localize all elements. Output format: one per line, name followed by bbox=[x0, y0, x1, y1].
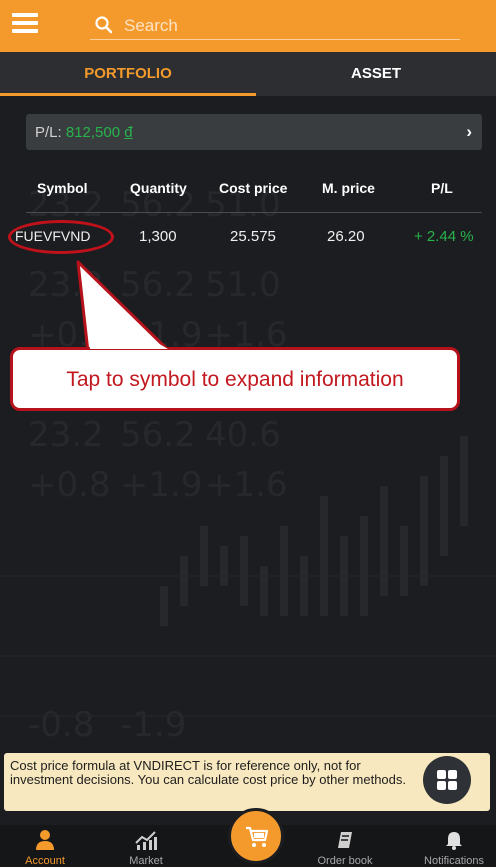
pl-summary-bar[interactable]: P/L: 812,500 đ › bbox=[26, 114, 482, 150]
pl-value: 812,500 bbox=[65, 124, 121, 141]
nav-account[interactable]: Account bbox=[12, 825, 78, 867]
pl-cell: + 2.44 % bbox=[414, 228, 474, 245]
svg-text:40.6: 40.6 bbox=[205, 415, 281, 455]
cost-price-disclaimer: Cost price formula at VNDIRECT is for re… bbox=[4, 753, 490, 811]
tooltip-callout: Tap to symbol to expand information bbox=[10, 347, 460, 411]
background-chart-decoration: 23.2 56.2 51.0 23.2 56.2 51.0 +0.8 +1.9 +1.6 2… bbox=[0, 185, 496, 745]
pl-currency: đ bbox=[124, 124, 133, 141]
pl-label: P/L: bbox=[35, 124, 62, 141]
tab-portfolio[interactable]: PORTFOLIO bbox=[0, 52, 256, 96]
column-header-cost-price: Cost price bbox=[219, 180, 288, 196]
search-icon bbox=[95, 16, 113, 34]
chart-icon bbox=[135, 831, 157, 850]
svg-text:56.2: 56.2 bbox=[120, 415, 196, 455]
bell-icon bbox=[446, 832, 462, 850]
order-button[interactable] bbox=[228, 808, 284, 864]
book-icon bbox=[338, 832, 352, 848]
market-price-cell: 26.20 bbox=[327, 228, 365, 245]
menu-icon[interactable] bbox=[12, 13, 38, 33]
column-header-market-price: M. price bbox=[322, 180, 375, 196]
search-input[interactable] bbox=[122, 13, 446, 39]
svg-text:51.0: 51.0 bbox=[205, 265, 281, 305]
grid-icon bbox=[437, 770, 457, 790]
svg-text:56.2: 56.2 bbox=[120, 265, 196, 305]
quantity-cell: 1,300 bbox=[139, 228, 177, 245]
column-header-pl: P/L bbox=[431, 180, 453, 196]
column-header-symbol: Symbol bbox=[37, 180, 88, 196]
tab-bar: PORTFOLIO ASSET bbox=[0, 52, 496, 96]
symbol-highlight-circle bbox=[8, 220, 114, 254]
nav-notifications[interactable]: Notifications bbox=[414, 825, 494, 867]
tab-asset[interactable]: ASSET bbox=[256, 52, 496, 96]
chevron-right-icon: › bbox=[466, 122, 472, 141]
svg-text:-1.9: -1.9 bbox=[120, 705, 186, 745]
svg-text:+0.8: +0.8 bbox=[28, 465, 111, 505]
nav-label-account: Account bbox=[25, 855, 65, 867]
column-header-quantity: Quantity bbox=[130, 180, 187, 196]
nav-label-notifications: Notifications bbox=[424, 855, 484, 867]
search-bar[interactable] bbox=[90, 11, 460, 40]
svg-text:23.2: 23.2 bbox=[28, 415, 104, 455]
nav-market[interactable]: Market bbox=[116, 825, 176, 867]
svg-text:+1.9: +1.9 bbox=[120, 465, 203, 505]
top-bar bbox=[0, 0, 496, 52]
cost-price-cell: 25.575 bbox=[230, 228, 276, 245]
person-icon bbox=[36, 830, 54, 850]
pl-summary: P/L: 812,500 đ bbox=[35, 124, 133, 141]
svg-text:-0.8: -0.8 bbox=[28, 705, 94, 745]
svg-text:+1.6: +1.6 bbox=[205, 465, 288, 505]
nav-label-order-book: Order book bbox=[317, 855, 373, 867]
disclaimer-text: Cost price formula at VNDIRECT is for re… bbox=[10, 758, 406, 787]
callout-text: Tap to symbol to expand information bbox=[66, 368, 404, 391]
svg-text:23.2: 23.2 bbox=[28, 265, 104, 305]
nav-order-book[interactable]: Order book bbox=[312, 825, 378, 867]
cart-icon bbox=[246, 826, 269, 847]
quick-menu-button[interactable] bbox=[423, 756, 471, 804]
divider bbox=[26, 212, 482, 213]
nav-label-market: Market bbox=[129, 855, 163, 867]
